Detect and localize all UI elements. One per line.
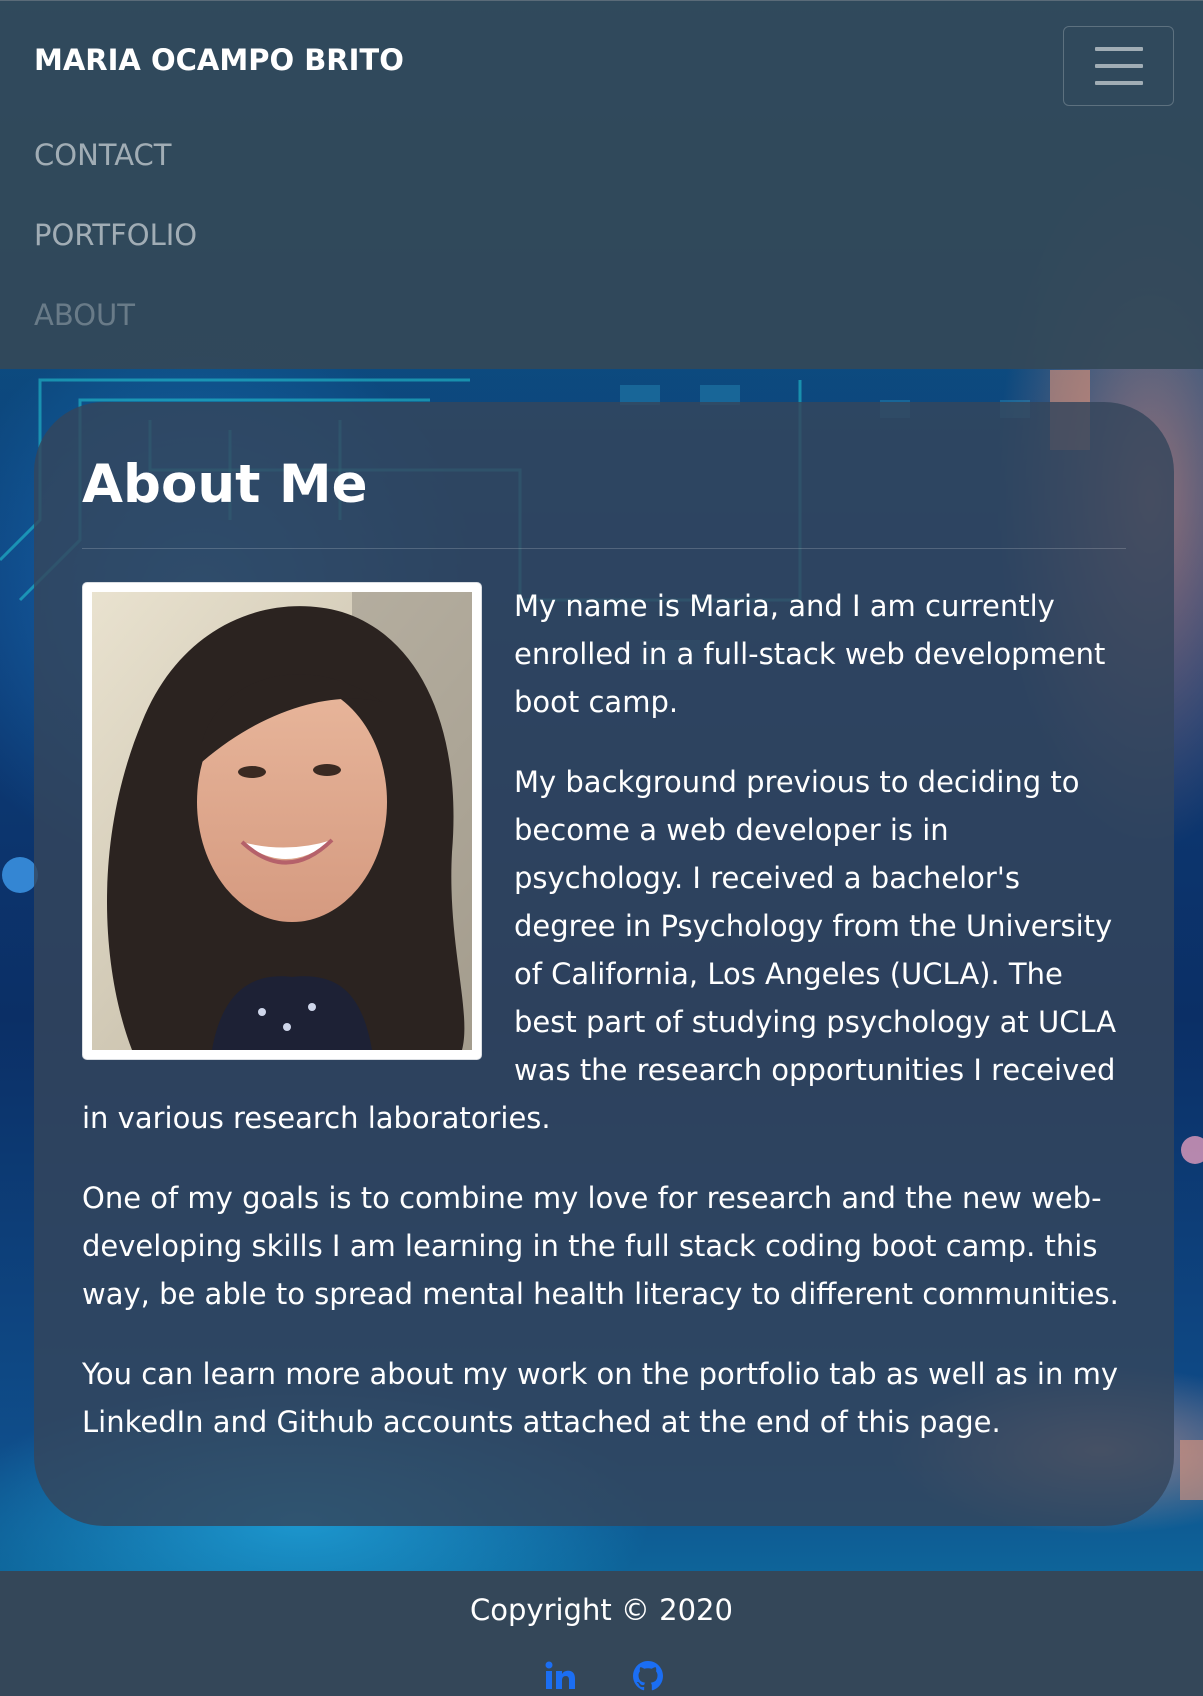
linkedin-icon[interactable]	[543, 1659, 577, 1693]
navbar-toggler-button[interactable]	[1063, 26, 1174, 106]
hamburger-icon-bar	[1095, 47, 1143, 51]
about-paragraph-goals: One of my goals is to combine my love fo…	[82, 1181, 1119, 1311]
brand-name[interactable]: MARIA OCAMPO BRITO	[34, 43, 404, 77]
github-icon[interactable]	[631, 1659, 665, 1693]
divider	[82, 548, 1126, 549]
about-content: My name is Maria, and I am currently enr…	[82, 582, 1126, 1478]
hamburger-icon-bar	[1095, 81, 1143, 85]
nav-link-portfolio[interactable]: PORTFOLIO	[34, 218, 197, 252]
hamburger-icon-bar	[1095, 64, 1143, 68]
copyright-text: Copyright © 2020	[470, 1593, 733, 1627]
navbar: MARIA OCAMPO BRITO CONTACT PORTFOLIO ABO…	[0, 0, 1203, 369]
about-paragraph-links: You can learn more about my work on the …	[82, 1357, 1118, 1439]
nav-link-about[interactable]: ABOUT	[34, 298, 135, 332]
nav-link-contact[interactable]: CONTACT	[34, 138, 172, 172]
profile-photo-image	[92, 592, 472, 1050]
profile-photo	[82, 582, 482, 1060]
page-title: About Me	[82, 454, 368, 515]
footer: Copyright © 2020	[0, 1571, 1203, 1696]
about-card: About Me My name is Maria, and I am curr…	[34, 402, 1174, 1526]
